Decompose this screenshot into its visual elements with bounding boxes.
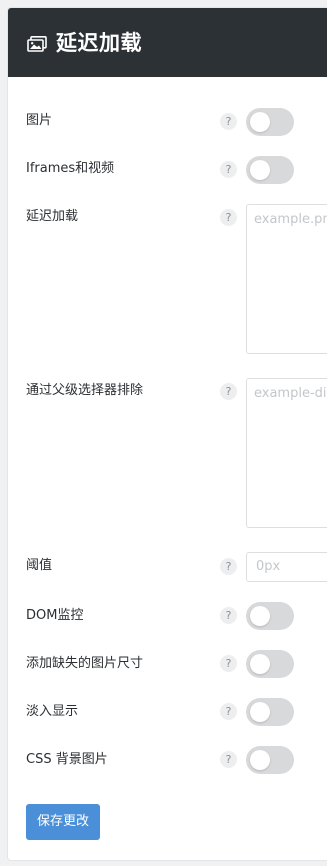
dom-monitoring-toggle[interactable] (246, 602, 294, 630)
css-background-toggle[interactable] (246, 746, 294, 774)
dom-monitoring-help-icon[interactable]: ? (220, 607, 237, 624)
page-title: 延迟加载 (56, 31, 142, 55)
css-background-help-icon[interactable]: ? (220, 751, 237, 768)
threshold-placeholder: 0px (256, 559, 281, 574)
toggle-knob (250, 606, 270, 626)
panel-header: 延迟加载 (8, 8, 327, 77)
toggle-knob (250, 702, 270, 722)
parent-selector-help-icon[interactable]: ? (220, 383, 237, 400)
exclusions-help-icon[interactable]: ? (220, 209, 237, 226)
exclusions-label: 延迟加载 (26, 209, 79, 224)
parent-selector-label: 通过父级选择器排除 (26, 383, 144, 398)
iframes-videos-help-icon[interactable]: ? (220, 161, 237, 178)
iframes-videos-toggle[interactable] (246, 156, 294, 184)
images-help-icon[interactable]: ? (220, 113, 237, 130)
exclusions-textarea[interactable]: example.png (246, 204, 327, 354)
toggle-knob (250, 750, 270, 770)
missing-dimensions-help-icon[interactable]: ? (220, 655, 237, 672)
fade-in-help-icon[interactable]: ? (220, 703, 237, 720)
iframes-videos-label: Iframes和视频 (26, 161, 115, 176)
fade-in-label: 淡入显示 (26, 704, 79, 719)
exclusions-placeholder: example.png (254, 212, 327, 227)
threshold-input[interactable]: 0px (246, 552, 327, 582)
parent-selector-textarea[interactable]: example-div (246, 378, 327, 528)
parent-selector-placeholder: example-div (254, 386, 327, 401)
toggle-knob (250, 112, 270, 132)
threshold-label: 阈值 (26, 558, 53, 573)
images-label: 图片 (26, 113, 53, 128)
images-icon (27, 36, 47, 52)
missing-dimensions-label: 添加缺失的图片尺寸 (26, 656, 144, 671)
fade-in-toggle[interactable] (246, 698, 294, 726)
toggle-knob (250, 160, 270, 180)
missing-dimensions-toggle[interactable] (246, 650, 294, 678)
css-background-label: CSS 背景图片 (26, 752, 108, 767)
threshold-help-icon[interactable]: ? (220, 558, 237, 575)
images-toggle[interactable] (246, 108, 294, 136)
toggle-knob (250, 654, 270, 674)
dom-monitoring-label: DOM监控 (26, 608, 84, 623)
save-changes-button[interactable]: 保存更改 (26, 804, 100, 840)
lazy-load-panel: 延迟加载 图片 ? Iframes和视频 ? 延迟加载 ? example.pn… (8, 8, 327, 860)
